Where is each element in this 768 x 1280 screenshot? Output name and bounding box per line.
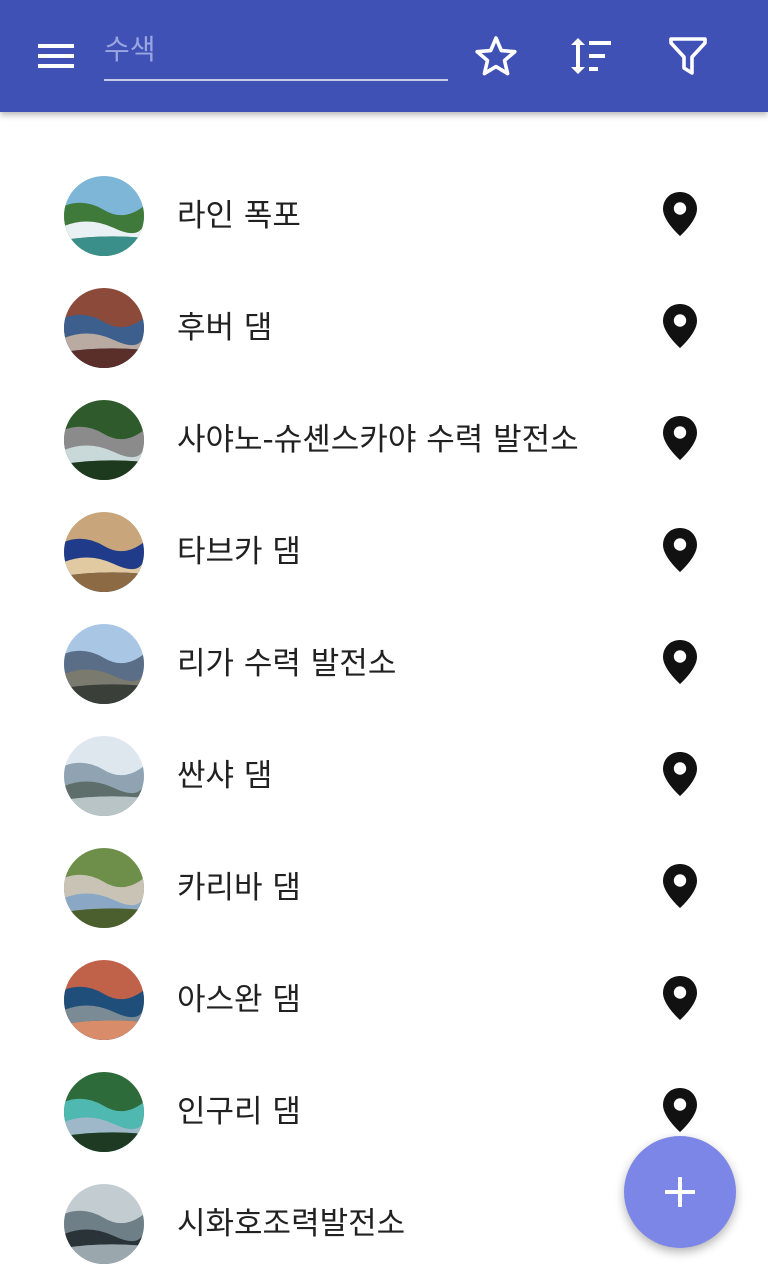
list-item[interactable]: 카리바 댐 [0, 832, 768, 944]
list-item-label: 타브카 댐 [177, 534, 301, 570]
list-item[interactable]: 후버 댐 [0, 272, 768, 384]
map-pin-icon[interactable] [660, 638, 700, 686]
sort-icon[interactable] [563, 28, 619, 84]
map-pin-icon[interactable] [660, 302, 700, 350]
list-item[interactable]: 타브카 댐 [0, 496, 768, 608]
search-input[interactable] [104, 20, 448, 78]
list-item[interactable]: 아스완 댐 [0, 944, 768, 1056]
thumbnail-image [64, 624, 144, 704]
thumbnail-image [64, 1184, 144, 1264]
search-field [104, 20, 448, 82]
list-item[interactable]: 사야노-슈셴스카야 수력 발전소 [0, 384, 768, 496]
list-item-label: 후버 댐 [177, 310, 273, 346]
list-item-label: 아스완 댐 [177, 982, 301, 1018]
list-item-label: 리가 수력 발전소 [177, 646, 397, 682]
list-item-label: 싼샤 댐 [177, 758, 273, 794]
filter-icon[interactable] [660, 28, 716, 84]
thumbnail-image [64, 736, 144, 816]
map-pin-icon[interactable] [660, 974, 700, 1022]
list-item-label: 인구리 댐 [177, 1094, 301, 1130]
list-item[interactable]: 라인 폭포 [0, 160, 768, 272]
app-screen: 라인 폭포후버 댐사야노-슈셴스카야 수력 발전소타브카 댐리가 수력 발전소싼… [0, 0, 768, 1280]
list-item[interactable]: 싼샤 댐 [0, 720, 768, 832]
thumbnail-image [64, 288, 144, 368]
thumbnail-image [64, 960, 144, 1040]
list-item-label: 라인 폭포 [177, 198, 301, 234]
list-item[interactable]: 리가 수력 발전소 [0, 608, 768, 720]
thumbnail-image [64, 512, 144, 592]
app-toolbar [0, 0, 768, 112]
list-item-label: 시화호조력발전소 [177, 1206, 406, 1242]
list-item-label: 카리바 댐 [177, 870, 301, 906]
map-pin-icon[interactable] [660, 1086, 700, 1134]
map-pin-icon[interactable] [660, 190, 700, 238]
map-pin-icon[interactable] [660, 862, 700, 910]
star-outline-icon[interactable] [468, 28, 524, 84]
search-underline [104, 79, 448, 81]
map-pin-icon[interactable] [660, 414, 700, 462]
thumbnail-image [64, 176, 144, 256]
thumbnail-image [64, 848, 144, 928]
map-pin-icon[interactable] [660, 750, 700, 798]
thumbnail-image [64, 1072, 144, 1152]
map-pin-icon[interactable] [660, 526, 700, 574]
add-button[interactable] [624, 1136, 736, 1248]
hydro-site-list: 라인 폭포후버 댐사야노-슈셴스카야 수력 발전소타브카 댐리가 수력 발전소싼… [0, 160, 768, 1280]
list-item-label: 사야노-슈셴스카야 수력 발전소 [177, 422, 579, 458]
thumbnail-image [64, 400, 144, 480]
hamburger-menu-icon[interactable] [24, 32, 88, 80]
